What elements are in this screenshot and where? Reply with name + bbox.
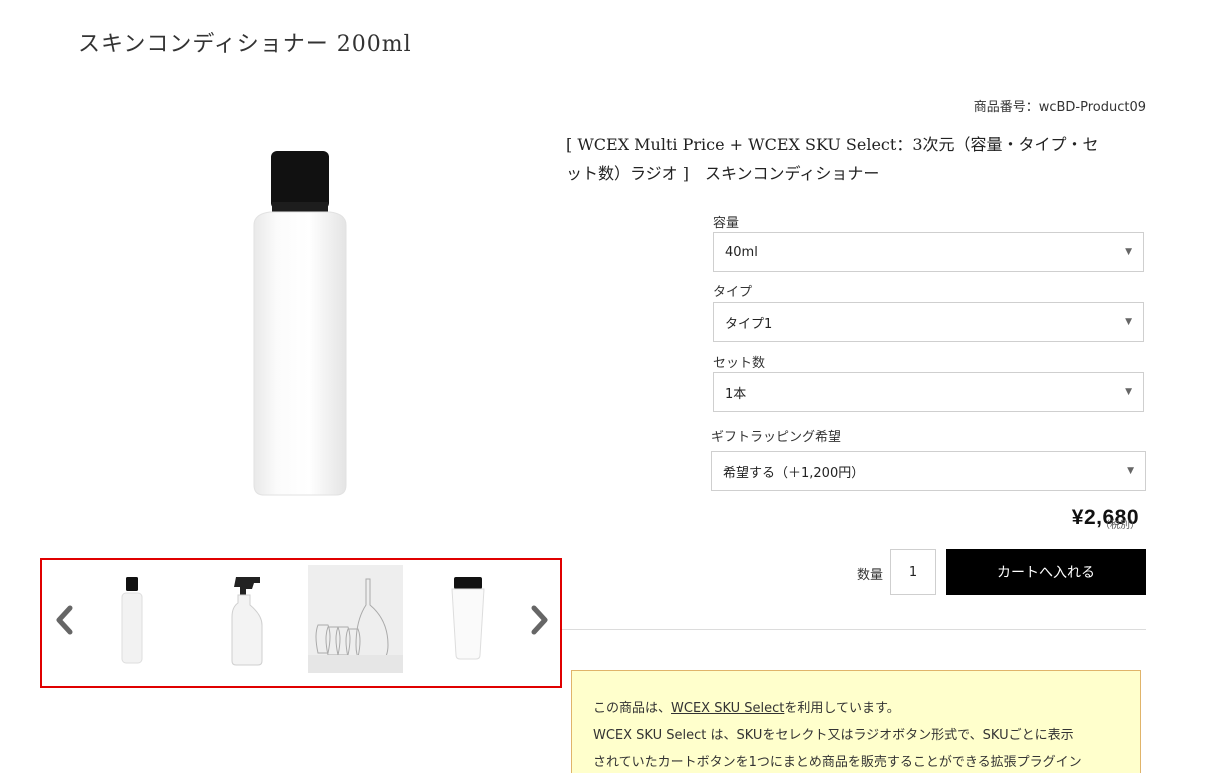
cream-bottle-thumbnail[interactable] xyxy=(420,565,515,673)
option-label-capacity: 容量 xyxy=(713,216,740,231)
main-product-image xyxy=(253,151,347,496)
notice-prefix: この商品は、 xyxy=(593,701,672,716)
tax-note: （税別） xyxy=(1100,520,1140,531)
option-label-gift-wrapping: ギフトラッピング希望 xyxy=(711,430,842,445)
option-label-set-count: セット数 xyxy=(713,356,766,371)
chevron-right-icon[interactable] xyxy=(524,600,554,640)
page-title: スキンコンディショナー 200ml xyxy=(78,32,412,57)
capacity-select-value: 40ml xyxy=(725,244,758,260)
bottle-thumbnail[interactable] xyxy=(84,565,179,673)
gift-wrapping-select[interactable]: 希望する（＋1,200円） ▼ xyxy=(711,451,1146,491)
set-count-select[interactable]: 1本 ▼ xyxy=(713,372,1144,412)
type-select-value: タイプ1 xyxy=(725,316,773,332)
wcex-sku-select-link[interactable]: WCEX SKU Select xyxy=(671,701,784,716)
set-count-select-value: 1本 xyxy=(725,386,747,402)
quantity-label: 数量 xyxy=(857,568,884,583)
chevron-down-icon: ▼ xyxy=(1125,247,1132,257)
notice-line-3: されていたカートボタンを1つにまとめ商品を販売することができる拡張プラグイン xyxy=(593,755,1082,770)
product-name-line-1: [ WCEX Multi Price + WCEX SKU Select：3次元… xyxy=(566,135,1099,154)
notice-suffix: を利用しています。 xyxy=(784,701,900,716)
gift-wrapping-select-value: 希望する（＋1,200円） xyxy=(723,465,865,481)
thumbnail-gallery xyxy=(40,558,562,688)
spray-bottle-thumbnail[interactable] xyxy=(196,565,291,673)
quantity-input[interactable]: 1 xyxy=(890,549,936,595)
product-sku-code: 商品番号：wcBD-Product09 xyxy=(973,100,1146,115)
notice-line-1: この商品は、WCEX SKU Selectを利用しています。 xyxy=(593,695,1120,722)
option-label-type: タイプ xyxy=(713,285,753,300)
type-select[interactable]: タイプ1 ▼ xyxy=(713,302,1144,342)
plugin-notice-box: この商品は、WCEX SKU Selectを利用しています。 WCEX SKU … xyxy=(571,670,1141,773)
chevron-down-icon: ▼ xyxy=(1125,317,1132,327)
chevron-down-icon: ▼ xyxy=(1127,466,1134,476)
product-name-line-2: ット数）ラジオ ] スキンコンディショナー xyxy=(566,164,880,183)
chevron-left-icon[interactable] xyxy=(50,600,80,640)
glass-bottles-thumbnail[interactable] xyxy=(308,565,403,673)
capacity-select[interactable]: 40ml ▼ xyxy=(713,232,1144,272)
notice-line-2: WCEX SKU Select は、SKUをセレクト又はラジオボタン形式で、SK… xyxy=(593,728,1074,743)
product-name: [ WCEX Multi Price + WCEX SKU Select：3次元… xyxy=(566,130,1146,188)
add-to-cart-button[interactable]: カートへ入れる xyxy=(946,549,1146,595)
chevron-down-icon: ▼ xyxy=(1125,387,1132,397)
divider xyxy=(562,629,1146,630)
